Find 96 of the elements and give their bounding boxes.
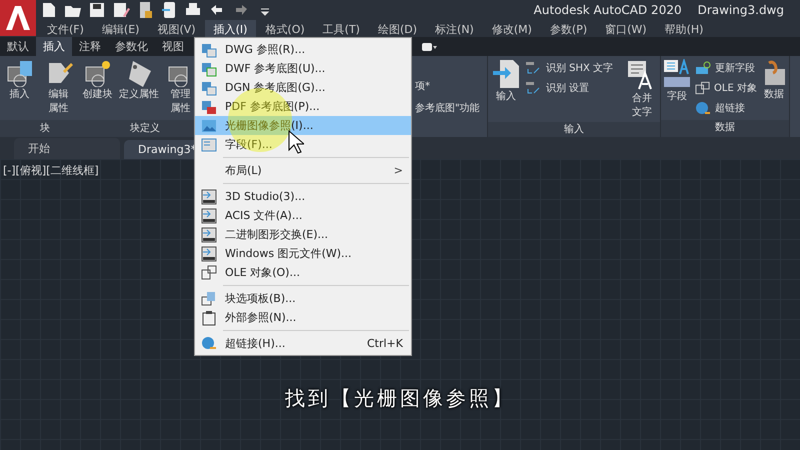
- file-name: Drawing3.dwg: [698, 3, 784, 17]
- ribbon-button[interactable]: 字段: [663, 59, 691, 117]
- pdf-settings-icon: [526, 81, 542, 95]
- menu-item[interactable]: 编辑(E): [92, 20, 148, 37]
- ribbon-button[interactable]: 数据: [761, 59, 787, 117]
- import-file-icon: [201, 188, 217, 204]
- file-icon: [201, 60, 217, 76]
- button-label: 管理: [170, 89, 190, 101]
- menu-item[interactable]: 参数(P): [540, 20, 596, 37]
- ribbon-tab[interactable]: 默认: [0, 37, 36, 56]
- group-label[interactable]: 块: [40, 120, 50, 137]
- button-label: 插入: [10, 89, 30, 101]
- group-label[interactable]: 输入: [488, 122, 660, 137]
- file-icon: [201, 80, 217, 96]
- ribbon-tab[interactable]: 视图: [155, 37, 191, 56]
- group-label[interactable]: 数据: [661, 120, 789, 137]
- menu-item[interactable]: 绘图(D): [368, 20, 426, 37]
- button-label: 字段: [667, 91, 687, 103]
- ole-object-icon: [695, 81, 710, 95]
- clipboard-icon: [201, 310, 217, 326]
- submenu-arrow-icon: >: [394, 164, 403, 177]
- button-label: 属性: [48, 103, 68, 115]
- menu-entry[interactable]: 外部参照(N)...: [195, 308, 411, 327]
- group-label[interactable]: 块定义: [130, 120, 160, 137]
- ribbon-button[interactable]: 管理 属性: [163, 59, 198, 117]
- button-label: 文字: [632, 107, 652, 119]
- app-logo-icon[interactable]: [0, 0, 36, 36]
- ribbon-button[interactable]: 插入: [2, 59, 37, 117]
- update-field-icon: [695, 61, 711, 75]
- ribbon-small-button[interactable]: 更新字段: [695, 61, 757, 75]
- menu-item[interactable]: 文件(F): [38, 20, 93, 37]
- menu-entry[interactable]: 超链接(H)... Ctrl+K: [195, 334, 411, 353]
- toggle-icon[interactable]: [421, 42, 437, 52]
- menu-item[interactable]: 窗口(W): [596, 20, 656, 37]
- save-icon[interactable]: [88, 1, 106, 19]
- save-as-icon[interactable]: [112, 1, 130, 19]
- menu-entry[interactable]: DGN 参考底图(G)...: [195, 78, 411, 97]
- ribbon-tab[interactable]: 参数化: [108, 37, 155, 56]
- ribbon-label[interactable]: 项*: [415, 78, 487, 92]
- app-title: Autodesk AutoCAD 2020: [534, 3, 682, 17]
- menu-entry[interactable]: ACIS 文件(A)...: [195, 206, 411, 225]
- field-icon: [663, 59, 691, 89]
- export-icon[interactable]: [160, 1, 178, 19]
- file-icon: [201, 42, 217, 58]
- ribbon-button[interactable]: 编辑 属性: [41, 59, 76, 117]
- menu-item[interactable]: 插入(I): [204, 20, 256, 37]
- ribbon-button[interactable]: 创建块: [80, 59, 115, 117]
- menu-item[interactable]: 视图(V): [148, 20, 205, 37]
- menu-entry[interactable]: DWF 参考底图(U)...: [195, 59, 411, 78]
- document-tab[interactable]: 开始: [14, 138, 120, 159]
- globe-link-icon: [695, 101, 711, 115]
- menu-item[interactable]: 标注(N): [426, 20, 483, 37]
- menu-entry[interactable]: Windows 图元文件(W)...: [195, 244, 411, 263]
- button-label: 创建块: [82, 89, 112, 101]
- menu-item[interactable]: 修改(M): [482, 20, 541, 37]
- ole-object-icon: [201, 264, 217, 280]
- import-file-icon: [492, 59, 520, 89]
- menu-item[interactable]: 工具(T): [314, 20, 369, 37]
- globe-link-icon: [201, 336, 217, 352]
- picture-icon: [201, 118, 217, 134]
- import-file-icon: [201, 226, 217, 242]
- menu-item[interactable]: 帮助(H): [656, 20, 712, 37]
- ribbon-button[interactable]: 定义属性: [119, 59, 159, 117]
- import-file-icon: [201, 246, 217, 262]
- ribbon-button[interactable]: 合并 文字: [626, 59, 658, 119]
- menu-item[interactable]: 格式(O): [256, 20, 314, 37]
- ribbon-tab[interactable]: 注释: [72, 37, 108, 56]
- menu-entry[interactable]: DWG 参照(R)...: [195, 40, 411, 59]
- ribbon-small-button[interactable]: 识别 SHX 文字: [526, 61, 622, 75]
- button-label: 合并: [632, 93, 652, 105]
- mouse-cursor-icon: [288, 130, 304, 154]
- menu-entry[interactable]: OLE 对象(O)...: [195, 263, 411, 282]
- pdf-file-icon: [201, 98, 217, 114]
- menu-entry[interactable]: 3D Studio(3)...: [195, 187, 411, 206]
- create-block-icon: [84, 59, 112, 87]
- insert-block-icon: [6, 59, 34, 87]
- ribbon-button[interactable]: 输入: [490, 59, 522, 119]
- field-icon: [201, 136, 217, 152]
- ribbon-label[interactable]: 参考底图"功能: [415, 100, 487, 114]
- shortcut-text: Ctrl+K: [366, 337, 403, 350]
- button-label: 输入: [496, 91, 516, 103]
- button-label: 编辑: [48, 89, 68, 101]
- pdf-text-icon: [526, 61, 542, 75]
- menu-entry[interactable]: 二进制图形交换(E)...: [195, 225, 411, 244]
- ribbon-tab[interactable]: 插入: [36, 37, 72, 56]
- menu-entry[interactable]: 块选项板(B)...: [195, 289, 411, 308]
- menu-entry[interactable]: 布局(L) >: [195, 161, 411, 180]
- button-label: 数据: [764, 89, 784, 101]
- viewport-label[interactable]: [-][俯视][二维线框]: [0, 161, 102, 180]
- import-file-icon: [201, 208, 217, 224]
- ribbon-small-button[interactable]: 识别 设置: [526, 81, 622, 95]
- button-label: 属性: [170, 103, 190, 115]
- button-label: 定义属性: [119, 89, 159, 101]
- ribbon-small-button[interactable]: OLE 对象: [695, 81, 757, 95]
- ribbon-small-button[interactable]: 超链接: [695, 101, 757, 115]
- video-caption: 找到【光栅图像参照】: [284, 385, 516, 412]
